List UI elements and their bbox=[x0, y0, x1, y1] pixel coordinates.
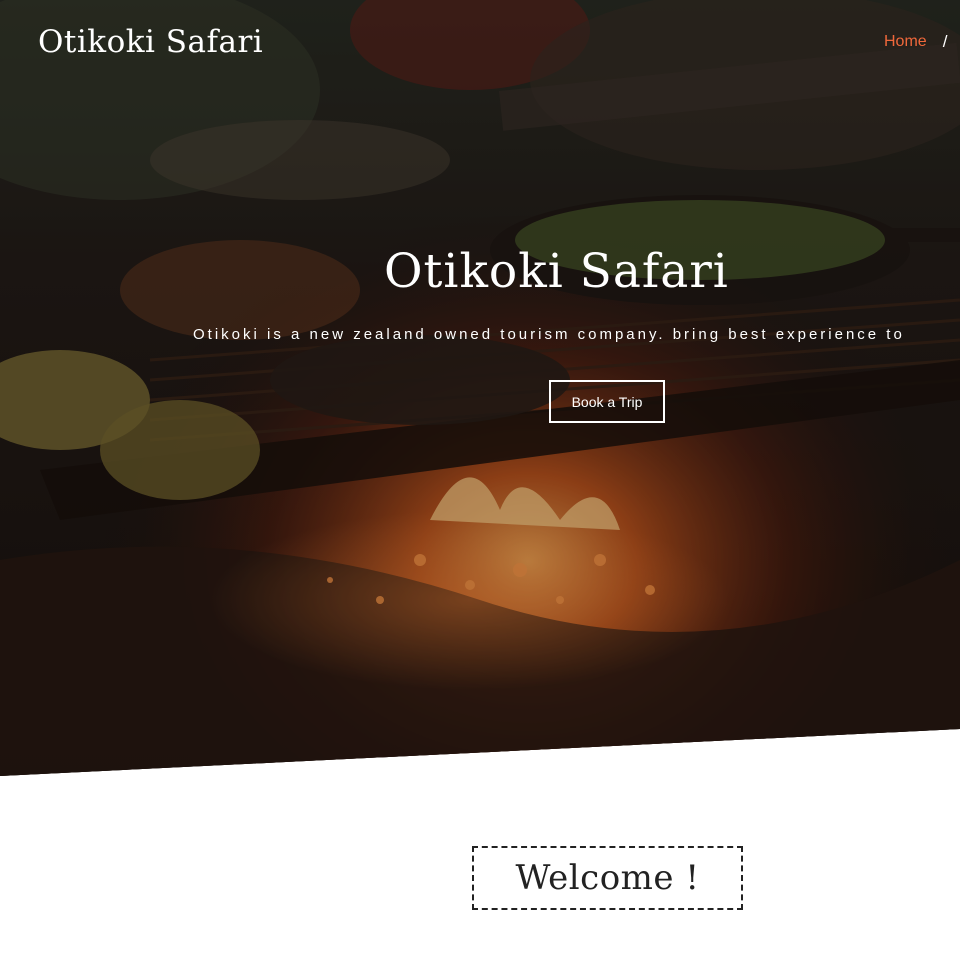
hero-background-image bbox=[0, 0, 960, 776]
nav-separator: / bbox=[942, 32, 948, 51]
main-nav: Home / bbox=[884, 31, 947, 53]
hero-title: Otikoki Safari bbox=[384, 244, 729, 299]
welcome-heading: Welcome ! bbox=[472, 846, 743, 910]
hero-subtitle: Otikoki is a new zealand owned tourism c… bbox=[193, 326, 905, 343]
hero-section bbox=[0, 0, 960, 776]
nav-item-home[interactable]: Home bbox=[884, 31, 927, 53]
site-logo-text[interactable]: Otikoki Safari bbox=[38, 20, 263, 64]
page: Otikoki Safari Home / Otikoki Safari Oti… bbox=[0, 0, 960, 960]
book-trip-button[interactable]: Book a Trip bbox=[549, 380, 665, 423]
